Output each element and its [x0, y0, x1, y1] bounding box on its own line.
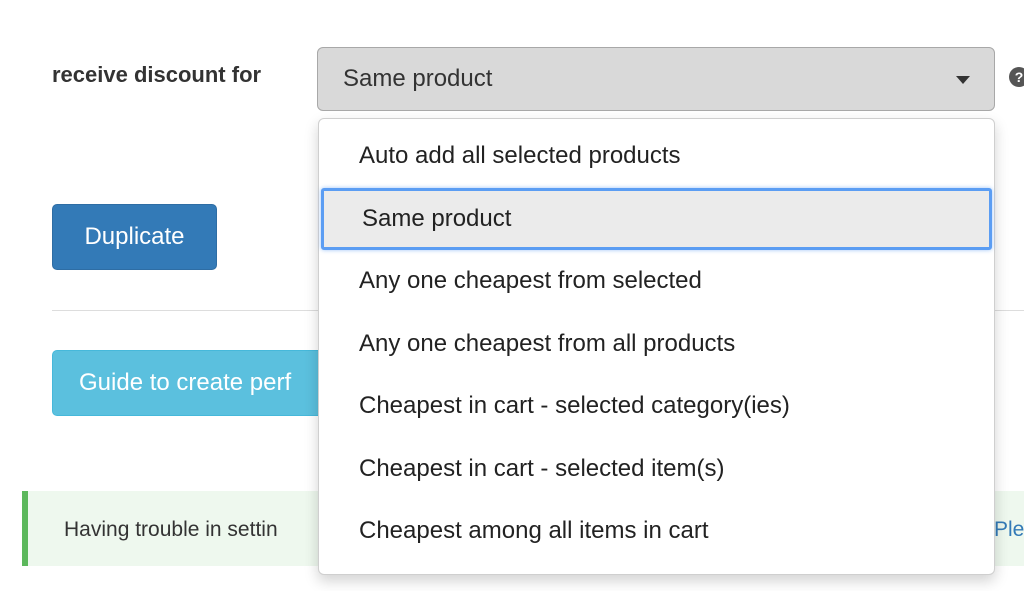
alert-link[interactable]: Plea	[994, 518, 1024, 542]
alert-text: Having trouble in settin	[64, 518, 278, 541]
guide-button[interactable]: Guide to create perf	[52, 350, 352, 416]
help-icon[interactable]: ?	[1009, 67, 1024, 87]
receive-discount-label: receive discount for	[52, 62, 262, 87]
option-any-one-cheapest-all[interactable]: Any one cheapest from all products	[319, 313, 994, 376]
option-cheapest-selected-category[interactable]: Cheapest in cart - selected category(ies…	[319, 375, 994, 438]
discount-target-select[interactable]: Same product	[317, 47, 995, 111]
dropdown-menu: Auto add all selected products Same prod…	[318, 118, 995, 575]
option-cheapest-all-items[interactable]: Cheapest among all items in cart	[319, 500, 994, 563]
duplicate-button[interactable]: Duplicate	[52, 204, 217, 270]
option-any-one-cheapest-selected[interactable]: Any one cheapest from selected	[319, 250, 994, 313]
option-same-product[interactable]: Same product	[321, 187, 992, 250]
caret-down-icon[interactable]	[956, 76, 970, 84]
option-auto-add-all-selected[interactable]: Auto add all selected products	[319, 125, 994, 188]
select-value: Same product	[343, 65, 493, 92]
option-cheapest-selected-items[interactable]: Cheapest in cart - selected item(s)	[319, 438, 994, 501]
